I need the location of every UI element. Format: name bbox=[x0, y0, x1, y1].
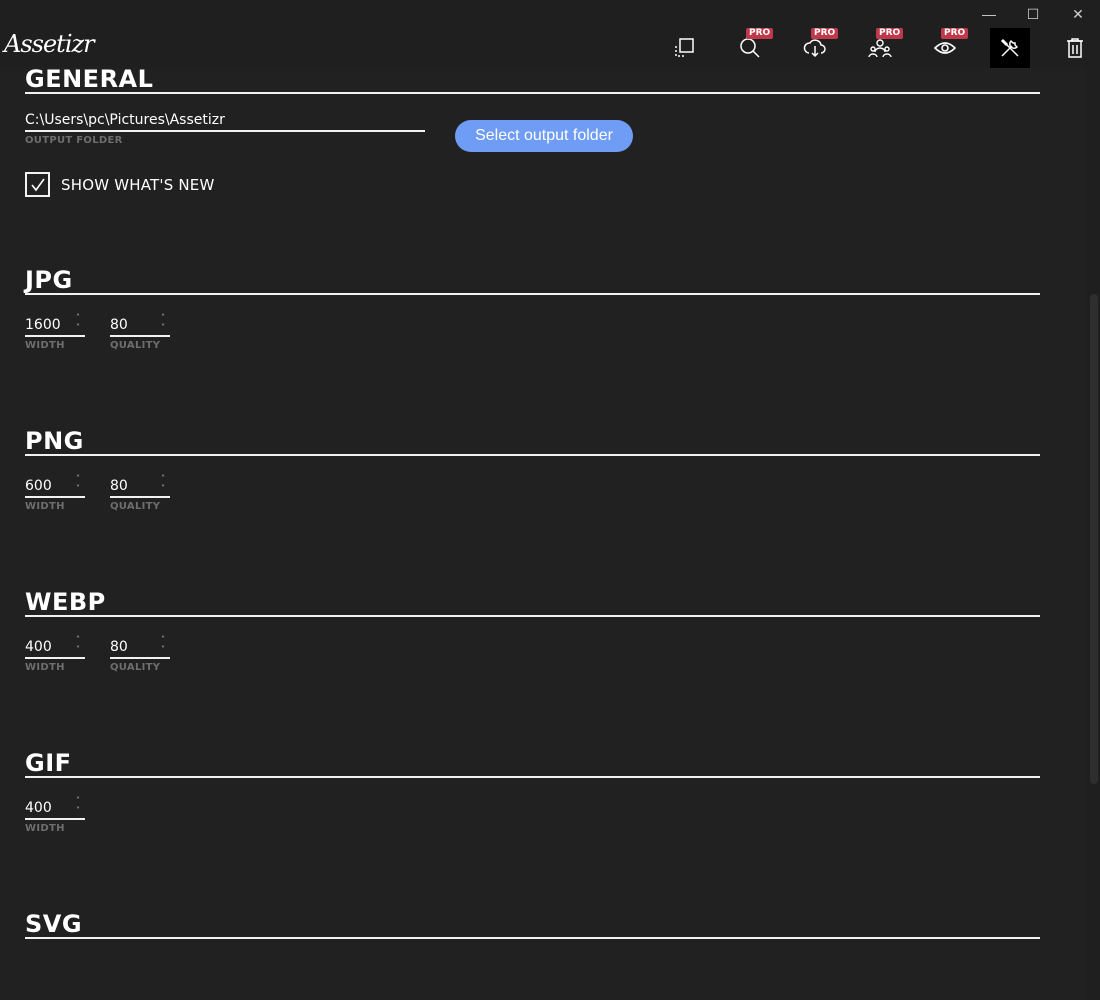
gif-width-input[interactable]: 400 ˄ ˅ bbox=[25, 796, 85, 820]
png-quality-value: 80 bbox=[110, 478, 128, 494]
png-width-value: 600 bbox=[25, 478, 52, 494]
number-stepper[interactable]: ˄ ˅ bbox=[158, 313, 168, 335]
number-stepper[interactable]: ˄ ˅ bbox=[73, 474, 83, 496]
section-title: GIF bbox=[25, 748, 1040, 778]
number-stepper[interactable]: ˄ ˅ bbox=[73, 635, 83, 657]
eye-icon bbox=[933, 42, 957, 54]
chevron-down-icon[interactable]: ˅ bbox=[158, 484, 168, 494]
png-quality-input[interactable]: 80 ˄ ˅ bbox=[110, 474, 170, 498]
webp-width-field[interactable]: 400 ˄ ˅ WIDTH bbox=[25, 635, 85, 673]
resize-tool-button[interactable] bbox=[665, 28, 705, 68]
chevron-up-icon[interactable]: ˄ bbox=[73, 474, 83, 484]
chevron-down-icon[interactable]: ˅ bbox=[73, 645, 83, 655]
png-quality-label: QUALITY bbox=[110, 501, 161, 512]
title-bar: Assetizr — ☐ ✕ PRO PRO PRO PRO bbox=[0, 0, 1100, 68]
number-stepper[interactable]: ˄ ˅ bbox=[73, 313, 83, 335]
section-title: SVG bbox=[25, 909, 1040, 939]
minimize-button[interactable]: — bbox=[980, 6, 998, 22]
chevron-down-icon[interactable]: ˅ bbox=[73, 484, 83, 494]
select-output-folder-button[interactable]: Select output folder bbox=[455, 120, 633, 152]
jpg-quality-field[interactable]: 80 ˄ ˅ QUALITY bbox=[110, 313, 170, 351]
show-whats-new-checkbox[interactable] bbox=[25, 172, 50, 197]
chevron-down-icon[interactable]: ˅ bbox=[73, 323, 83, 333]
pro-badge: PRO bbox=[746, 28, 774, 39]
search-tool-button[interactable]: PRO bbox=[730, 28, 774, 68]
chevron-up-icon[interactable]: ˄ bbox=[158, 474, 168, 484]
chevron-down-icon[interactable]: ˅ bbox=[73, 806, 83, 816]
chevron-up-icon[interactable]: ˄ bbox=[73, 796, 83, 806]
users-tool-button[interactable]: PRO bbox=[860, 28, 904, 68]
gif-width-label: WIDTH bbox=[25, 823, 65, 834]
chevron-up-icon[interactable]: ˄ bbox=[73, 313, 83, 323]
output-folder-label: OUTPUT FOLDER bbox=[25, 135, 123, 146]
gif-width-field[interactable]: 400 ˄ ˅ WIDTH bbox=[25, 796, 85, 834]
png-width-label: WIDTH bbox=[25, 501, 65, 512]
number-stepper[interactable]: ˄ ˅ bbox=[73, 796, 83, 818]
trash-tool-button[interactable] bbox=[1055, 28, 1095, 68]
output-folder-input[interactable]: C:\Users\pc\Pictures\Assetizr bbox=[25, 108, 425, 132]
resize-icon bbox=[675, 38, 694, 57]
jpg-quality-label: QUALITY bbox=[110, 340, 161, 351]
pro-badge: PRO bbox=[811, 28, 839, 39]
png-section: PNG 600 ˄ ˅ WIDTH 80 ˄ ˅ QUALITY bbox=[25, 426, 1040, 512]
jpg-width-input[interactable]: 1600 ˄ ˅ bbox=[25, 313, 85, 337]
jpg-width-field[interactable]: 1600 ˄ ˅ WIDTH bbox=[25, 313, 85, 351]
pro-badge: PRO bbox=[876, 28, 904, 39]
close-button[interactable]: ✕ bbox=[1069, 6, 1087, 22]
section-title: JPG bbox=[25, 265, 1040, 295]
preview-tool-button[interactable]: PRO bbox=[925, 28, 969, 68]
number-stepper[interactable]: ˄ ˅ bbox=[158, 635, 168, 657]
download-tool-button[interactable]: PRO bbox=[795, 28, 839, 68]
maximize-button[interactable]: ☐ bbox=[1024, 6, 1042, 22]
number-stepper[interactable]: ˄ ˅ bbox=[158, 474, 168, 496]
webp-width-value: 400 bbox=[25, 639, 52, 655]
jpg-width-label: WIDTH bbox=[25, 340, 65, 351]
settings-tool-button[interactable] bbox=[990, 28, 1030, 68]
checkmark-icon bbox=[30, 178, 45, 191]
pro-badge: PRO bbox=[941, 28, 969, 39]
chevron-down-icon[interactable]: ˅ bbox=[158, 645, 168, 655]
webp-quality-label: QUALITY bbox=[110, 662, 161, 673]
chevron-up-icon[interactable]: ˄ bbox=[158, 635, 168, 645]
general-section: GENERAL C:\Users\pc\Pictures\Assetizr OU… bbox=[25, 64, 1040, 197]
section-title: WEBP bbox=[25, 587, 1040, 617]
webp-width-label: WIDTH bbox=[25, 662, 65, 673]
webp-quality-input[interactable]: 80 ˄ ˅ bbox=[110, 635, 170, 659]
chevron-down-icon[interactable]: ˅ bbox=[158, 323, 168, 333]
webp-quality-value: 80 bbox=[110, 639, 128, 655]
gif-section: GIF 400 ˄ ˅ WIDTH bbox=[25, 748, 1040, 834]
chevron-up-icon[interactable]: ˄ bbox=[73, 635, 83, 645]
settings-panel: GENERAL C:\Users\pc\Pictures\Assetizr OU… bbox=[0, 65, 1086, 1000]
jpg-width-value: 1600 bbox=[25, 317, 61, 333]
show-whats-new-label: SHOW WHAT'S NEW bbox=[61, 176, 215, 194]
cloud-download-icon bbox=[803, 39, 826, 58]
gif-width-value: 400 bbox=[25, 800, 52, 816]
jpg-quality-input[interactable]: 80 ˄ ˅ bbox=[110, 313, 170, 337]
trash-icon bbox=[1067, 38, 1083, 58]
scrollbar-thumb[interactable] bbox=[1090, 294, 1098, 784]
section-title: GENERAL bbox=[25, 64, 1040, 94]
tools-icon bbox=[1000, 38, 1019, 57]
search-icon bbox=[740, 38, 760, 58]
webp-quality-field[interactable]: 80 ˄ ˅ QUALITY bbox=[110, 635, 170, 673]
png-quality-field[interactable]: 80 ˄ ˅ QUALITY bbox=[110, 474, 170, 512]
png-width-field[interactable]: 600 ˄ ˅ WIDTH bbox=[25, 474, 85, 512]
app-logo: Assetizr bbox=[4, 30, 95, 58]
jpg-section: JPG 1600 ˄ ˅ WIDTH 80 ˄ ˅ QUALITY bbox=[25, 265, 1040, 351]
chevron-up-icon[interactable]: ˄ bbox=[158, 313, 168, 323]
webp-width-input[interactable]: 400 ˄ ˅ bbox=[25, 635, 85, 659]
svg-section: SVG bbox=[25, 909, 1040, 939]
jpg-quality-value: 80 bbox=[110, 317, 128, 333]
scrollbar[interactable] bbox=[1086, 68, 1100, 1000]
webp-section: WEBP 400 ˄ ˅ WIDTH 80 ˄ ˅ QUALITY bbox=[25, 587, 1040, 673]
section-title: PNG bbox=[25, 426, 1040, 456]
output-folder-field[interactable]: C:\Users\pc\Pictures\Assetizr OUTPUT FOL… bbox=[25, 108, 425, 146]
png-width-input[interactable]: 600 ˄ ˅ bbox=[25, 474, 85, 498]
users-icon bbox=[868, 39, 892, 58]
